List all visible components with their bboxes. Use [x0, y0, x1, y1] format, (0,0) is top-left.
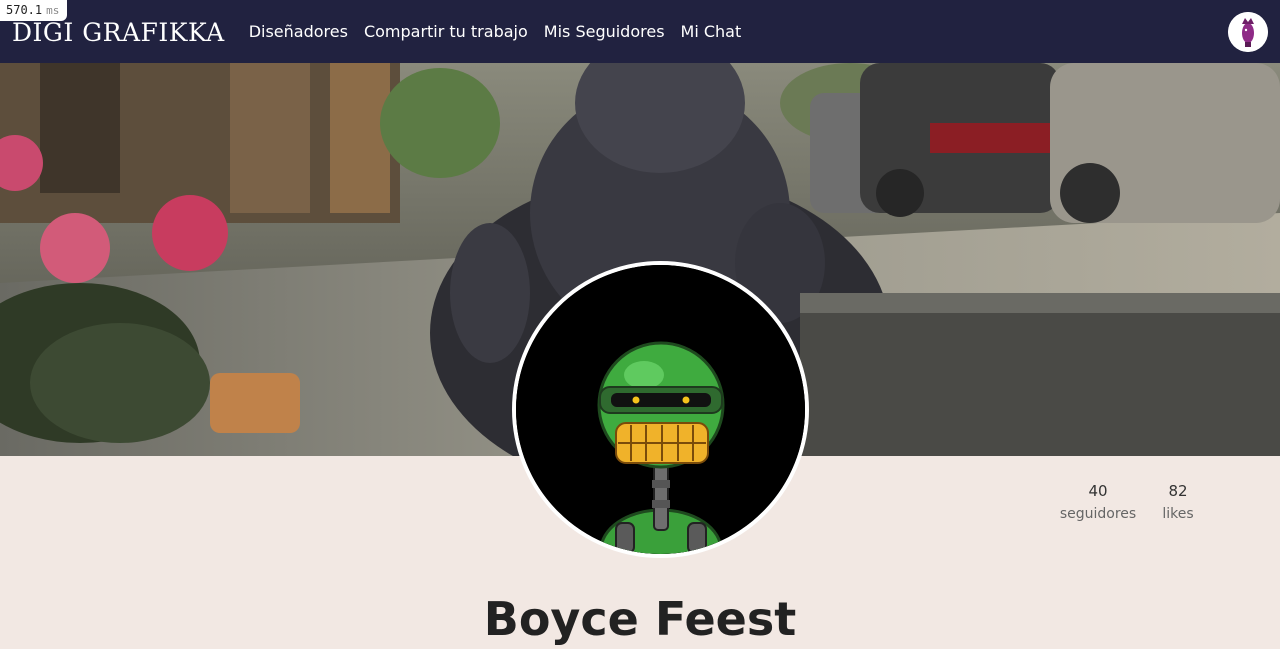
stat-likes[interactable]: 82 likes [1158, 482, 1198, 522]
stat-likes-label: likes [1162, 506, 1194, 522]
perf-timer-badge: 570.1 ms [0, 0, 68, 21]
nav-link-seguidores[interactable]: Mis Seguidores [544, 22, 665, 41]
stat-followers-label: seguidores [1059, 506, 1137, 522]
top-navbar: DIGI GRAFIKKA Diseñadores Compartir tu t… [0, 0, 1280, 63]
perf-timer-unit: ms [46, 4, 60, 17]
perf-timer-value: 570.1 [6, 3, 43, 17]
stat-followers-count: 40 [1088, 482, 1108, 500]
nav-link-disenadores[interactable]: Diseñadores [249, 22, 348, 41]
nav-links: Diseñadores Compartir tu trabajo Mis Seg… [249, 22, 742, 41]
stat-likes-count: 82 [1168, 482, 1188, 500]
robot-avatar-icon [512, 261, 809, 558]
nav-link-compartir[interactable]: Compartir tu trabajo [364, 22, 528, 41]
stat-followers[interactable]: 40 seguidores [1059, 482, 1137, 522]
brand-logo[interactable]: DIGI GRAFIKKA [12, 18, 225, 47]
nav-link-chat[interactable]: Mi Chat [681, 22, 742, 41]
profile-name: Boyce Feest [483, 592, 797, 646]
user-avatar-icon[interactable] [1228, 12, 1268, 52]
